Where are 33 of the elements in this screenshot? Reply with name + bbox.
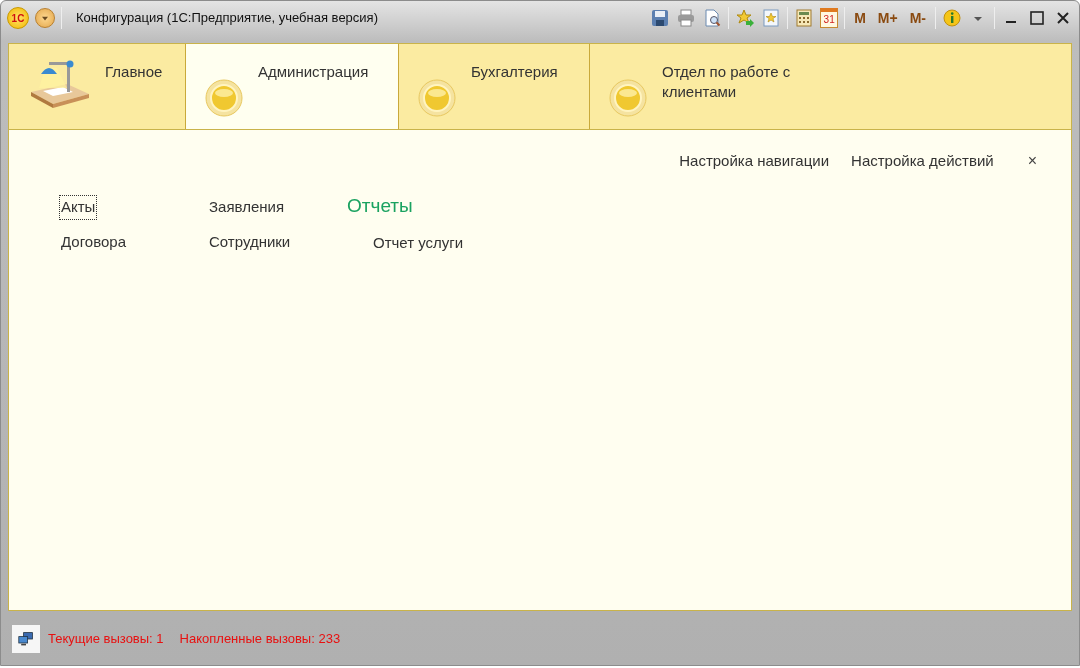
close-button[interactable]: × [1021,148,1043,174]
star-page-icon[interactable] [762,9,781,27]
round-button-icon [608,78,648,118]
calendar-button[interactable]: 31 [820,8,839,28]
nav-link[interactable]: Сотрудники [207,229,293,254]
print-icon[interactable] [677,9,696,27]
app-logo: 1С [7,7,29,29]
save-icon[interactable] [651,9,670,27]
nav-link[interactable]: Заявления [207,195,287,220]
info-icon[interactable] [943,9,961,27]
group-title: Отчеты [347,194,413,218]
section-tab[interactable]: Администрация [186,44,399,129]
action-link[interactable]: Настройка навигации [677,148,832,174]
round-button-icon [204,78,244,118]
nav-link[interactable]: Акты [59,195,98,220]
caret-icon [42,15,48,21]
memory-button[interactable]: M+ [874,7,901,29]
memory-button[interactable]: M [851,7,869,29]
status-text: Накопленные вызовы: 233 [179,630,341,649]
window-title: Конфигурация (1С:Предприятие, учебная версия) [76,9,378,28]
action-link[interactable]: Настройка действий [849,148,996,174]
memory-button[interactable]: M- [906,7,929,29]
star-add-icon[interactable] [736,9,755,27]
maximize-icon[interactable] [1028,9,1046,27]
menu-button[interactable] [35,8,55,28]
preview-icon[interactable] [703,9,722,27]
section-tab[interactable]: Отдел по работе с клиентами [590,44,820,129]
round-button-icon [417,78,457,118]
computers-icon[interactable] [18,630,34,648]
nav-link[interactable]: Отчет услуги [371,230,466,255]
status-text: Текущие вызовы: 1 [48,630,164,649]
nav-link[interactable]: Договора [59,229,128,254]
calculator-icon[interactable] [795,9,814,27]
